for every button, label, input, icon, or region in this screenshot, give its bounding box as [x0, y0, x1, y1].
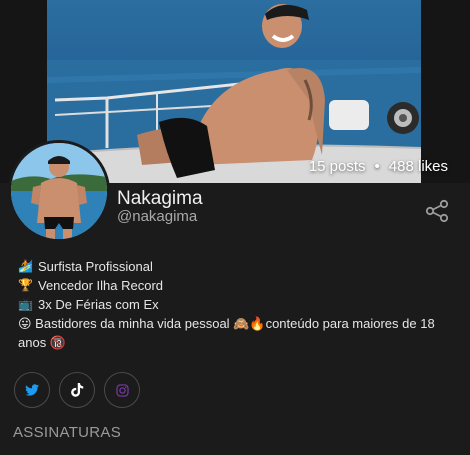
subscriptions-title: ASSINATURAS	[13, 424, 122, 441]
bio-line-text: Surfista Profissional	[38, 259, 153, 274]
tiktok-link[interactable]	[59, 372, 95, 408]
profile-stats: 15 posts • 488 likes	[309, 158, 448, 175]
avatar[interactable]	[8, 140, 110, 242]
posts-count: 15 posts	[308, 158, 366, 175]
bio-line-text: Bastidores da minha vida pessoal	[31, 316, 234, 331]
instagram-icon	[115, 383, 129, 397]
bio-line: 🏄 Surfista Profissional	[18, 257, 458, 276]
instagram-link[interactable]	[104, 372, 140, 408]
monkey-fire-icon: 🙈🔥	[233, 316, 266, 331]
tiktok-icon	[70, 383, 83, 397]
twitter-icon	[25, 384, 39, 396]
bio-line-text: Vencedor Ilha Record	[38, 278, 164, 293]
stats-separator: •	[374, 158, 380, 175]
bio-line-text: 3x De Férias com Ex	[38, 297, 159, 312]
bio-line: 📺 3x De Férias com Ex	[18, 295, 458, 314]
cover-head-illustration	[262, 4, 309, 48]
likes-count: 488 likes	[388, 158, 448, 175]
profile-handle: @nakagima	[117, 208, 198, 225]
bio-line: 🏆 Vencedor Ilha Record	[18, 276, 458, 295]
profile-name: Nakagima	[117, 188, 203, 209]
profile-bio: 🏄 Surfista Profissional 🏆 Vencedor Ilha …	[18, 257, 458, 352]
tongue-emoji-icon: 😛	[18, 316, 32, 331]
bio-line: 😛 Bastidores da minha vida pessoal 🙈🔥con…	[18, 314, 458, 352]
adults-only-icon: 🔞	[49, 335, 66, 350]
twitter-link[interactable]	[14, 372, 50, 408]
surfer-icon: 🏄	[18, 259, 33, 273]
share-icon	[425, 199, 449, 223]
share-button[interactable]	[424, 198, 450, 224]
tv-icon: 📺	[18, 297, 33, 311]
trophy-icon: 🏆	[18, 278, 33, 292]
social-links	[14, 372, 140, 408]
avatar-photo	[11, 143, 107, 239]
cover-photo	[47, 0, 421, 183]
